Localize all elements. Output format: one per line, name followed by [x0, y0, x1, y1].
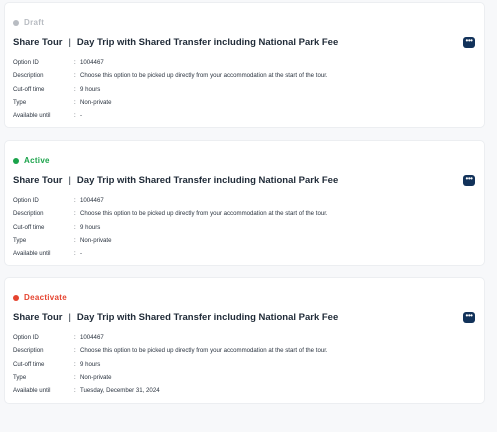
- detail-value: 1004467: [80, 197, 104, 205]
- detail-row: Description: Choose this option to be pic…: [13, 347, 328, 355]
- more-horizontal-icon: •••: [465, 311, 473, 320]
- detail-label: Description: [13, 347, 44, 355]
- detail-row: Description: Choose this option to be pic…: [13, 72, 328, 80]
- more-options-button[interactable]: •••: [463, 312, 475, 323]
- detail-value: -: [80, 250, 83, 258]
- detail-label: Available until: [13, 250, 51, 258]
- detail-row: Cut-off time:9 hours: [13, 360, 101, 368]
- status-dot-icon: [13, 19, 19, 26]
- title-name: Day Trip with Shared Transfer including …: [76, 37, 339, 48]
- detail-value: -: [80, 112, 83, 120]
- detail-label: Cut-off time: [13, 223, 45, 231]
- detail-row: Available until: -: [13, 250, 83, 258]
- detail-row: Type: Non-private: [13, 237, 112, 245]
- detail-value: 1004467: [80, 59, 104, 67]
- status-dot-icon: [13, 294, 19, 301]
- detail-row: Available until: -: [13, 112, 83, 120]
- option-card-deactivated: Deactivate Share Tour | Day Trip with Shar…: [4, 277, 485, 404]
- detail-value: Choose this option to be picked up direc…: [80, 347, 328, 355]
- more-options-button[interactable]: •••: [463, 175, 475, 186]
- detail-label: Option ID: [13, 59, 39, 67]
- title-category: Share Tour: [13, 312, 63, 323]
- detail-row: Cut-off time:9 hours: [13, 85, 101, 93]
- detail-row: Cut-off time:9 hours: [13, 223, 101, 231]
- title-name: Day Trip with Shared Transfer including …: [76, 175, 339, 186]
- detail-value: 1004467: [80, 334, 104, 342]
- title-category: Share Tour: [13, 37, 63, 48]
- detail-label: Type: [13, 374, 27, 382]
- detail-row: Option ID:1004467: [13, 59, 104, 67]
- detail-value: Choose this option to be picked up direc…: [80, 210, 328, 218]
- detail-value: 9 hours: [80, 85, 101, 93]
- detail-value: Non-private: [80, 374, 112, 382]
- detail-label: Type: [13, 99, 27, 107]
- detail-label: Type: [13, 237, 27, 245]
- detail-row: Type: Non-private: [13, 99, 112, 107]
- status-indicator: Draft: [13, 18, 44, 27]
- detail-label: Option ID: [13, 197, 39, 205]
- status-label: Deactivate: [24, 293, 68, 302]
- option-title: Share Tour | Day Trip with Shared Transfer…: [13, 37, 338, 48]
- title-separator: |: [68, 175, 71, 186]
- status-label: Active: [24, 156, 50, 165]
- title-separator: |: [68, 312, 71, 323]
- option-title: Share Tour | Day Trip with Shared Transfer…: [13, 175, 338, 186]
- detail-row: Available until: Tuesday, December 31, 20…: [13, 387, 160, 395]
- title-name: Day Trip with Shared Transfer including …: [76, 312, 339, 323]
- more-horizontal-icon: •••: [465, 36, 473, 45]
- detail-row: Type: Non-private: [13, 374, 112, 382]
- more-options-button[interactable]: •••: [463, 37, 475, 48]
- detail-value: Tuesday, December 31, 2024: [80, 387, 160, 395]
- title-category: Share Tour: [13, 175, 63, 186]
- status-label: Draft: [24, 18, 45, 27]
- detail-label: Option ID: [13, 334, 39, 342]
- option-title: Share Tour | Day Trip with Shared Transfer…: [13, 312, 338, 323]
- status-dot-icon: [13, 157, 19, 164]
- detail-label: Description: [13, 72, 44, 80]
- option-card-active: Active Share Tour | Day Trip with Shared T…: [4, 140, 485, 266]
- details-list: Option ID:1004467 Description: Choose thi…: [13, 194, 328, 260]
- more-horizontal-icon: •••: [465, 174, 473, 183]
- detail-row: Description: Choose this option to be pic…: [13, 210, 328, 218]
- detail-value: Choose this option to be picked up direc…: [80, 72, 328, 80]
- option-card-draft: Draft Share Tour | Day Trip with Shared Tr…: [4, 2, 485, 128]
- detail-label: Available until: [13, 112, 51, 120]
- title-separator: |: [68, 37, 71, 48]
- detail-label: Description: [13, 210, 44, 218]
- detail-value: Non-private: [80, 237, 112, 245]
- detail-value: Non-private: [80, 99, 112, 107]
- detail-label: Available until: [13, 387, 51, 395]
- detail-value: 9 hours: [80, 360, 101, 368]
- detail-value: 9 hours: [80, 223, 101, 231]
- details-list: Option ID:1004467 Description: Choose thi…: [13, 56, 328, 122]
- detail-row: Option ID:1004467: [13, 197, 104, 205]
- detail-row: Option ID:1004467: [13, 334, 104, 342]
- detail-label: Cut-off time: [13, 360, 45, 368]
- details-list: Option ID:1004467 Description: Choose thi…: [13, 331, 328, 397]
- detail-label: Cut-off time: [13, 85, 45, 93]
- status-indicator: Deactivate: [13, 293, 67, 302]
- status-indicator: Active: [13, 156, 50, 165]
